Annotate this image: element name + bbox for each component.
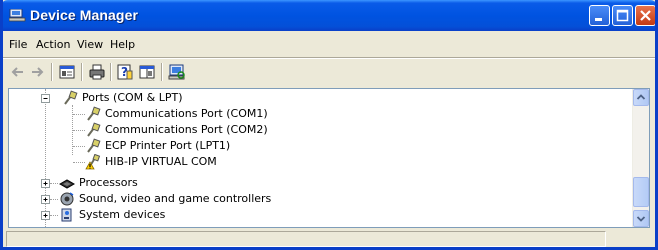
tree-item-label: Processors	[79, 176, 138, 189]
scan-hardware-icon[interactable]	[167, 62, 187, 82]
computer-icon	[8, 8, 26, 22]
tree-item-hib-ip[interactable]: HIB-IP VIRTUAL COM	[9, 153, 629, 170]
scroll-down-button[interactable]	[633, 210, 649, 227]
tree-line	[50, 183, 58, 184]
title-bar[interactable]: Device Manager	[3, 0, 655, 31]
vertical-scrollbar[interactable]	[632, 89, 649, 227]
menu-help[interactable]: Help	[110, 38, 135, 51]
toolbar-separator	[51, 63, 53, 81]
print-icon[interactable]	[87, 62, 107, 82]
forward-arrow-icon[interactable]	[27, 62, 47, 82]
console-icon[interactable]	[137, 62, 157, 82]
tree-item-label: Sound, video and game controllers	[79, 192, 272, 205]
close-button[interactable]	[635, 5, 655, 26]
toolbar: ?	[3, 59, 655, 85]
expand-button[interactable]	[41, 179, 50, 188]
collapse-button[interactable]	[41, 94, 50, 103]
tree-item-com2[interactable]: Communications Port (COM2)	[9, 122, 629, 138]
back-arrow-icon[interactable]	[8, 62, 28, 82]
toolbar-separator	[161, 63, 163, 81]
help-icon[interactable]: ?	[115, 62, 135, 82]
menu-bar: File Action View Help	[3, 34, 655, 54]
port-connector-icon	[62, 90, 78, 106]
scroll-up-button[interactable]	[633, 89, 649, 106]
menu-action[interactable]: Action	[36, 38, 70, 51]
tree-item-system-devices[interactable]: System devices	[9, 207, 629, 223]
toolbar-separator	[81, 63, 83, 81]
tree-line	[50, 215, 58, 216]
device-manager-window: Device Manager File Action View Help ? P…	[0, 0, 658, 250]
tree-item-label: HIB-IP VIRTUAL COM	[105, 155, 217, 168]
port-connector-icon	[85, 106, 101, 122]
menu-file[interactable]: File	[9, 38, 27, 51]
port-connector-icon	[85, 122, 101, 138]
chevron-up-icon	[636, 94, 646, 100]
chevron-down-icon	[636, 216, 646, 222]
tree-item-ports[interactable]: Ports (COM & LPT)	[9, 90, 629, 106]
system-device-icon	[59, 207, 75, 223]
processor-icon	[58, 175, 76, 191]
maximize-button[interactable]	[612, 5, 633, 26]
close-icon	[640, 10, 651, 21]
port-connector-icon	[85, 138, 101, 154]
status-panel	[6, 231, 606, 247]
tree-item-label: ECP Printer Port (LPT1)	[105, 139, 231, 152]
window-title: Device Manager	[30, 7, 139, 23]
tree-item-label: Communications Port (COM1)	[105, 107, 268, 120]
tree-item-sound[interactable]: Sound, video and game controllers	[9, 191, 629, 207]
tree-item-label: System devices	[79, 208, 166, 221]
maximize-icon	[616, 9, 629, 22]
speaker-icon	[59, 191, 75, 207]
toolbar-separator	[110, 63, 112, 81]
menu-view[interactable]: View	[77, 38, 103, 51]
device-tree[interactable]: Ports (COM & LPT) Communications Port (C…	[8, 88, 650, 228]
status-bar	[3, 229, 655, 247]
tree-item-label: Communications Port (COM2)	[105, 123, 268, 136]
scroll-thumb[interactable]	[633, 177, 649, 207]
tree-item-label: Ports (COM & LPT)	[82, 91, 183, 104]
tree-item-com1[interactable]: Communications Port (COM1)	[9, 106, 629, 122]
tree-item-processors[interactable]: Processors	[9, 175, 629, 191]
expand-button[interactable]	[41, 211, 50, 220]
warning-port-icon	[85, 153, 101, 170]
tree-item-lpt1[interactable]: ECP Printer Port (LPT1)	[9, 138, 629, 154]
tree-line	[50, 199, 58, 200]
minimize-button[interactable]	[589, 5, 610, 26]
expand-button[interactable]	[41, 195, 50, 204]
properties-pane-icon[interactable]	[57, 62, 77, 82]
minimize-icon	[595, 18, 602, 21]
